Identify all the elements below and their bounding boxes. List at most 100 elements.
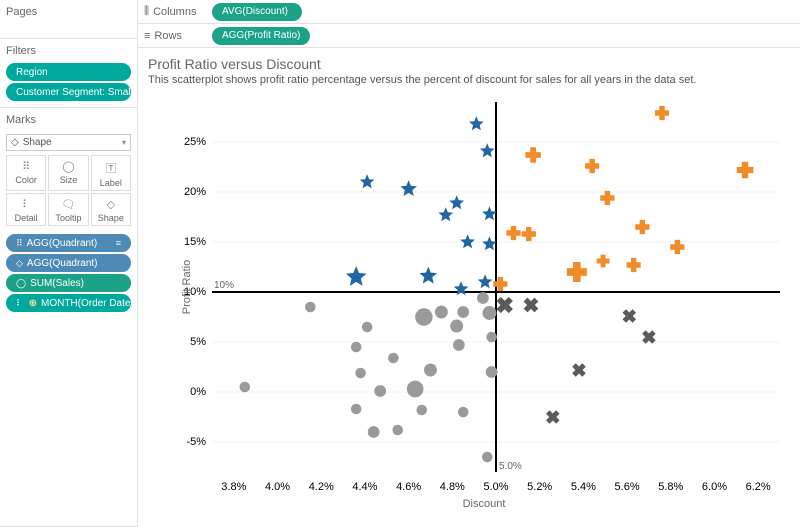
data-point[interactable]	[415, 308, 432, 325]
svg-text:4.0%: 4.0%	[265, 481, 290, 493]
x-axis-label: Discount	[178, 498, 790, 510]
data-point[interactable]	[600, 191, 614, 205]
data-point[interactable]	[655, 106, 669, 120]
data-point[interactable]	[351, 342, 362, 353]
shape-icon: ◇	[11, 137, 19, 148]
svg-text:-5%: -5%	[186, 436, 206, 448]
svg-text:4.4%: 4.4%	[352, 481, 377, 493]
data-point[interactable]	[346, 266, 367, 286]
chart-area: Profit Ratio versus Discount This scatte…	[138, 48, 800, 527]
data-point[interactable]	[400, 180, 417, 196]
pill-quadrant-shape[interactable]: ◇AGG(Quadrant)	[6, 254, 131, 272]
detail-icon: ⠇	[16, 298, 23, 309]
pages-shelf[interactable]: Pages	[0, 0, 137, 39]
data-point[interactable]	[572, 363, 586, 377]
scatterplot[interactable]: -5%0%5%10%15%20%25%3.8%4.0%4.2%4.4%4.6%4…	[178, 96, 790, 510]
pages-title: Pages	[6, 4, 131, 22]
data-point[interactable]	[585, 159, 599, 173]
data-point[interactable]	[622, 309, 636, 323]
data-point[interactable]	[522, 227, 536, 241]
mark-type-dropdown[interactable]: ◇ Shape ▾	[6, 134, 131, 151]
data-point[interactable]	[597, 255, 610, 268]
filter-segment-pill[interactable]: Customer Segment: Small Busin..	[6, 83, 131, 101]
svg-text:5%: 5%	[190, 336, 206, 348]
svg-text:6.2%: 6.2%	[746, 481, 771, 493]
data-point[interactable]	[438, 207, 453, 221]
marks-detail-button[interactable]: ⠇Detail	[6, 193, 46, 226]
filters-title: Filters	[6, 43, 131, 61]
data-point[interactable]	[627, 258, 641, 272]
data-point[interactable]	[486, 366, 498, 378]
data-point[interactable]	[416, 405, 427, 416]
data-point[interactable]	[737, 162, 754, 179]
data-point[interactable]	[469, 116, 484, 130]
data-point[interactable]	[478, 274, 493, 288]
pill-sales-size[interactable]: ◯SUM(Sales)	[6, 274, 131, 292]
data-point[interactable]	[351, 404, 362, 415]
data-point[interactable]	[450, 320, 463, 333]
filters-shelf[interactable]: Filters Region Customer Segment: Small B…	[0, 39, 137, 108]
marks-size-button[interactable]: ◯Size	[48, 155, 88, 191]
marks-card: Marks ◇ Shape ▾ ⠿Color ◯Size 🅃Label ⠇Det…	[0, 108, 137, 527]
data-point[interactable]	[525, 147, 540, 162]
marks-tooltip-button[interactable]: 🗨Tooltip	[48, 193, 88, 226]
svg-text:25%: 25%	[184, 136, 206, 148]
data-point[interactable]	[458, 407, 469, 418]
columns-pill[interactable]: AVG(Discount)	[212, 3, 302, 21]
data-point[interactable]	[486, 332, 497, 343]
data-point[interactable]	[362, 322, 373, 333]
data-point[interactable]	[355, 368, 366, 379]
data-point[interactable]	[239, 382, 250, 393]
pill-quadrant-color[interactable]: ⠿AGG(Quadrant)≡	[6, 234, 131, 252]
svg-text:Profit Ratio: Profit Ratio	[181, 260, 193, 314]
data-point[interactable]	[392, 425, 403, 436]
data-point[interactable]	[567, 262, 587, 282]
data-point[interactable]	[482, 452, 493, 463]
svg-text:4.8%: 4.8%	[440, 481, 465, 493]
marks-color-button[interactable]: ⠿Color	[6, 155, 46, 191]
svg-text:0%: 0%	[190, 386, 206, 398]
rows-shelf[interactable]: ≡Rows AGG(Profit Ratio)	[138, 24, 800, 48]
marks-label-button[interactable]: 🅃Label	[91, 155, 131, 191]
data-point[interactable]	[524, 298, 539, 313]
marks-shape-button[interactable]: ◇Shape	[91, 193, 131, 226]
data-point[interactable]	[368, 426, 380, 438]
svg-text:10%: 10%	[214, 280, 234, 291]
data-point[interactable]	[482, 206, 497, 220]
data-point[interactable]	[424, 364, 437, 377]
data-point[interactable]	[477, 292, 489, 304]
shapes-icon: ◇	[92, 198, 130, 211]
data-point[interactable]	[635, 220, 649, 234]
data-point[interactable]	[374, 385, 386, 397]
pill-month-detail[interactable]: ⠇⊕MONTH(Order Date)	[6, 294, 131, 312]
data-point[interactable]	[460, 234, 475, 248]
rows-icon: ≡	[144, 30, 150, 42]
data-point[interactable]	[457, 306, 469, 318]
data-point[interactable]	[407, 381, 424, 398]
data-point[interactable]	[482, 236, 497, 250]
data-point[interactable]	[360, 174, 375, 188]
svg-text:5.6%: 5.6%	[615, 481, 640, 493]
data-point[interactable]	[480, 143, 495, 157]
sort-icon: ≡	[116, 238, 121, 248]
svg-text:15%: 15%	[184, 236, 206, 248]
filter-region-pill[interactable]: Region	[6, 63, 131, 81]
data-point[interactable]	[388, 353, 399, 364]
data-point[interactable]	[506, 226, 520, 240]
data-point[interactable]	[482, 306, 496, 320]
color-icon: ⠿	[16, 238, 23, 249]
data-point[interactable]	[305, 302, 316, 313]
columns-shelf[interactable]: ⫼Columns AVG(Discount)	[138, 0, 800, 24]
data-point[interactable]	[497, 297, 513, 313]
data-point[interactable]	[419, 267, 437, 284]
label-icon: 🅃	[92, 160, 130, 176]
data-point[interactable]	[546, 410, 560, 424]
data-point[interactable]	[453, 339, 465, 351]
svg-text:4.6%: 4.6%	[396, 481, 421, 493]
data-point[interactable]	[449, 195, 464, 209]
rows-pill[interactable]: AGG(Profit Ratio)	[212, 27, 310, 45]
data-point[interactable]	[435, 306, 448, 319]
data-point[interactable]	[454, 281, 469, 295]
svg-text:5.8%: 5.8%	[658, 481, 683, 493]
detail-icon: ⠇	[7, 198, 45, 211]
